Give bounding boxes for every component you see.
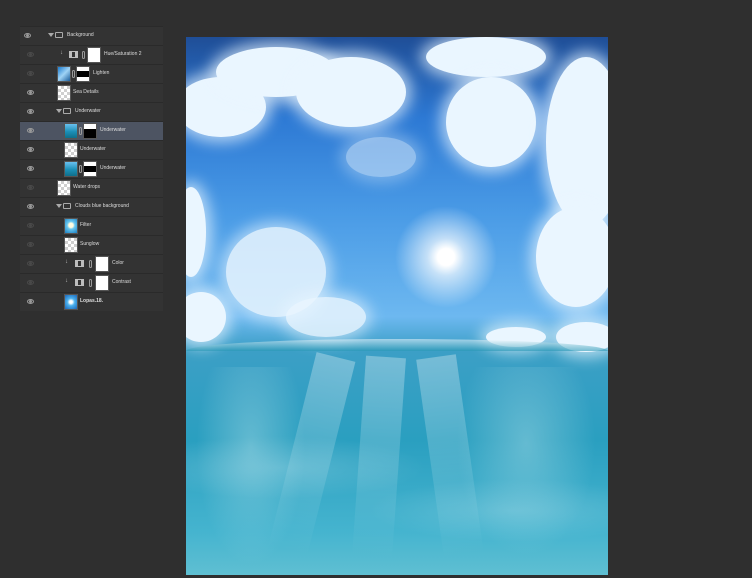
visibility-eye-icon[interactable] — [27, 204, 34, 209]
layer-thumbnail[interactable] — [64, 161, 78, 177]
layer-name: Water drops — [73, 184, 101, 190]
layer-group-background[interactable]: Background — [20, 26, 163, 45]
layer-mask-thumbnail[interactable] — [83, 161, 97, 177]
layer-group-underwater[interactable]: Underwater — [20, 102, 163, 121]
layer-mask-thumbnail[interactable] — [95, 275, 109, 291]
visibility-eye-icon[interactable] — [27, 90, 34, 95]
cloud-shape — [186, 292, 226, 342]
light-ray — [352, 355, 406, 558]
layer-underwater-selected[interactable]: Underwater — [20, 121, 163, 140]
layer-thumbnail[interactable] — [57, 85, 71, 101]
layer-thumbnail[interactable] — [57, 180, 71, 196]
layer-name: Underwater — [100, 127, 126, 133]
sun-glow — [386, 197, 506, 317]
link-chain-icon[interactable] — [89, 279, 92, 287]
folder-icon — [63, 203, 71, 209]
cloud-shape — [186, 187, 206, 277]
cloud-shape — [346, 137, 416, 177]
layer-sunglow[interactable]: Sunglow — [20, 235, 163, 254]
layer-thumbnail[interactable] — [64, 294, 78, 310]
layer-filter[interactable]: Filter — [20, 216, 163, 235]
layer-name: Sea Details — [73, 89, 99, 95]
layer-thumbnail[interactable] — [64, 123, 78, 139]
clipping-arrow-icon: ↓ — [65, 259, 68, 265]
folder-icon — [63, 108, 71, 114]
visibility-eye-icon[interactable] — [27, 128, 34, 133]
layers-panel: Background ↓ Hue/Saturation 2 Lighten Se… — [20, 26, 163, 311]
link-chain-icon[interactable] — [82, 51, 85, 59]
underwater-rock — [456, 367, 596, 557]
layer-underwater[interactable]: Underwater — [20, 140, 163, 159]
layer-name: Lighten — [93, 70, 110, 76]
layer-hue-saturation[interactable]: ↓ Hue/Saturation 2 — [20, 45, 163, 64]
layer-underwater-masked[interactable]: Underwater — [20, 159, 163, 178]
layer-sea-details[interactable]: Sea Details — [20, 83, 163, 102]
levels-icon — [75, 260, 84, 267]
layer-name: Underwater — [100, 165, 126, 171]
cloud-shape — [286, 297, 366, 337]
clipping-arrow-icon: ↓ — [60, 50, 63, 56]
layer-thumbnail[interactable] — [64, 237, 78, 253]
layer-contrast-adjustment[interactable]: ↓ Contrast — [20, 273, 163, 292]
layer-name: Underwater — [75, 108, 101, 114]
visibility-eye-icon[interactable] — [24, 33, 31, 38]
underwater-rock — [196, 367, 306, 567]
layer-thumbnail[interactable] — [64, 218, 78, 234]
layer-water-drops[interactable]: Water drops — [20, 178, 163, 197]
visibility-eye-icon[interactable] — [27, 71, 34, 76]
layer-group-clouds-blue-background[interactable]: Clouds blue background — [20, 197, 163, 216]
hue-saturation-icon — [69, 51, 78, 58]
cloud-shape — [546, 57, 608, 227]
layer-lighten[interactable]: Lighten — [20, 64, 163, 83]
layer-name: Filter — [80, 222, 92, 228]
visibility-eye-icon[interactable] — [27, 280, 34, 285]
visibility-eye-icon[interactable] — [27, 223, 34, 228]
visibility-eye-icon[interactable] — [27, 166, 34, 171]
layer-mask-thumbnail[interactable] — [95, 256, 109, 272]
folder-icon — [55, 32, 63, 38]
layer-name: Clouds blue background — [75, 203, 129, 209]
layer-mask-thumbnail[interactable] — [87, 47, 101, 63]
layer-color-adjustment[interactable]: ↓ Color — [20, 254, 163, 273]
layer-name: Lopas.18. — [80, 298, 104, 304]
visibility-eye-icon[interactable] — [27, 242, 34, 247]
visibility-eye-icon[interactable] — [27, 261, 34, 266]
layer-mask-thumbnail[interactable] — [76, 66, 90, 82]
layer-lopas[interactable]: Lopas.18. — [20, 292, 163, 311]
visibility-eye-icon[interactable] — [27, 52, 34, 57]
layer-name: Color — [112, 260, 124, 266]
link-chain-icon[interactable] — [72, 70, 75, 78]
visibility-eye-icon[interactable] — [27, 109, 34, 114]
layer-name: Background — [67, 32, 94, 38]
layer-mask-thumbnail[interactable] — [83, 123, 97, 139]
cloud-shape — [536, 207, 608, 307]
cloud-shape — [426, 37, 546, 77]
link-chain-icon[interactable] — [89, 260, 92, 268]
link-chain-icon[interactable] — [79, 127, 82, 135]
visibility-eye-icon[interactable] — [27, 147, 34, 152]
layer-name: Sunglow — [80, 241, 100, 247]
cloud-shape — [296, 57, 406, 127]
visibility-eye-icon[interactable] — [27, 299, 34, 304]
layer-thumbnail[interactable] — [64, 142, 78, 158]
visibility-eye-icon[interactable] — [27, 185, 34, 190]
layer-name: Underwater — [80, 146, 106, 152]
cloud-shape — [446, 77, 536, 167]
layer-name: Contrast — [112, 279, 131, 285]
link-chain-icon[interactable] — [79, 165, 82, 173]
expand-caret-icon[interactable] — [48, 33, 54, 37]
layer-thumbnail[interactable] — [57, 66, 71, 82]
clipping-arrow-icon: ↓ — [65, 278, 68, 284]
layer-name: Hue/Saturation 2 — [104, 51, 142, 57]
curves-icon — [75, 279, 84, 286]
document-canvas[interactable] — [186, 37, 608, 575]
expand-caret-icon[interactable] — [56, 204, 62, 208]
expand-caret-icon[interactable] — [56, 109, 62, 113]
water-surface — [186, 339, 608, 351]
